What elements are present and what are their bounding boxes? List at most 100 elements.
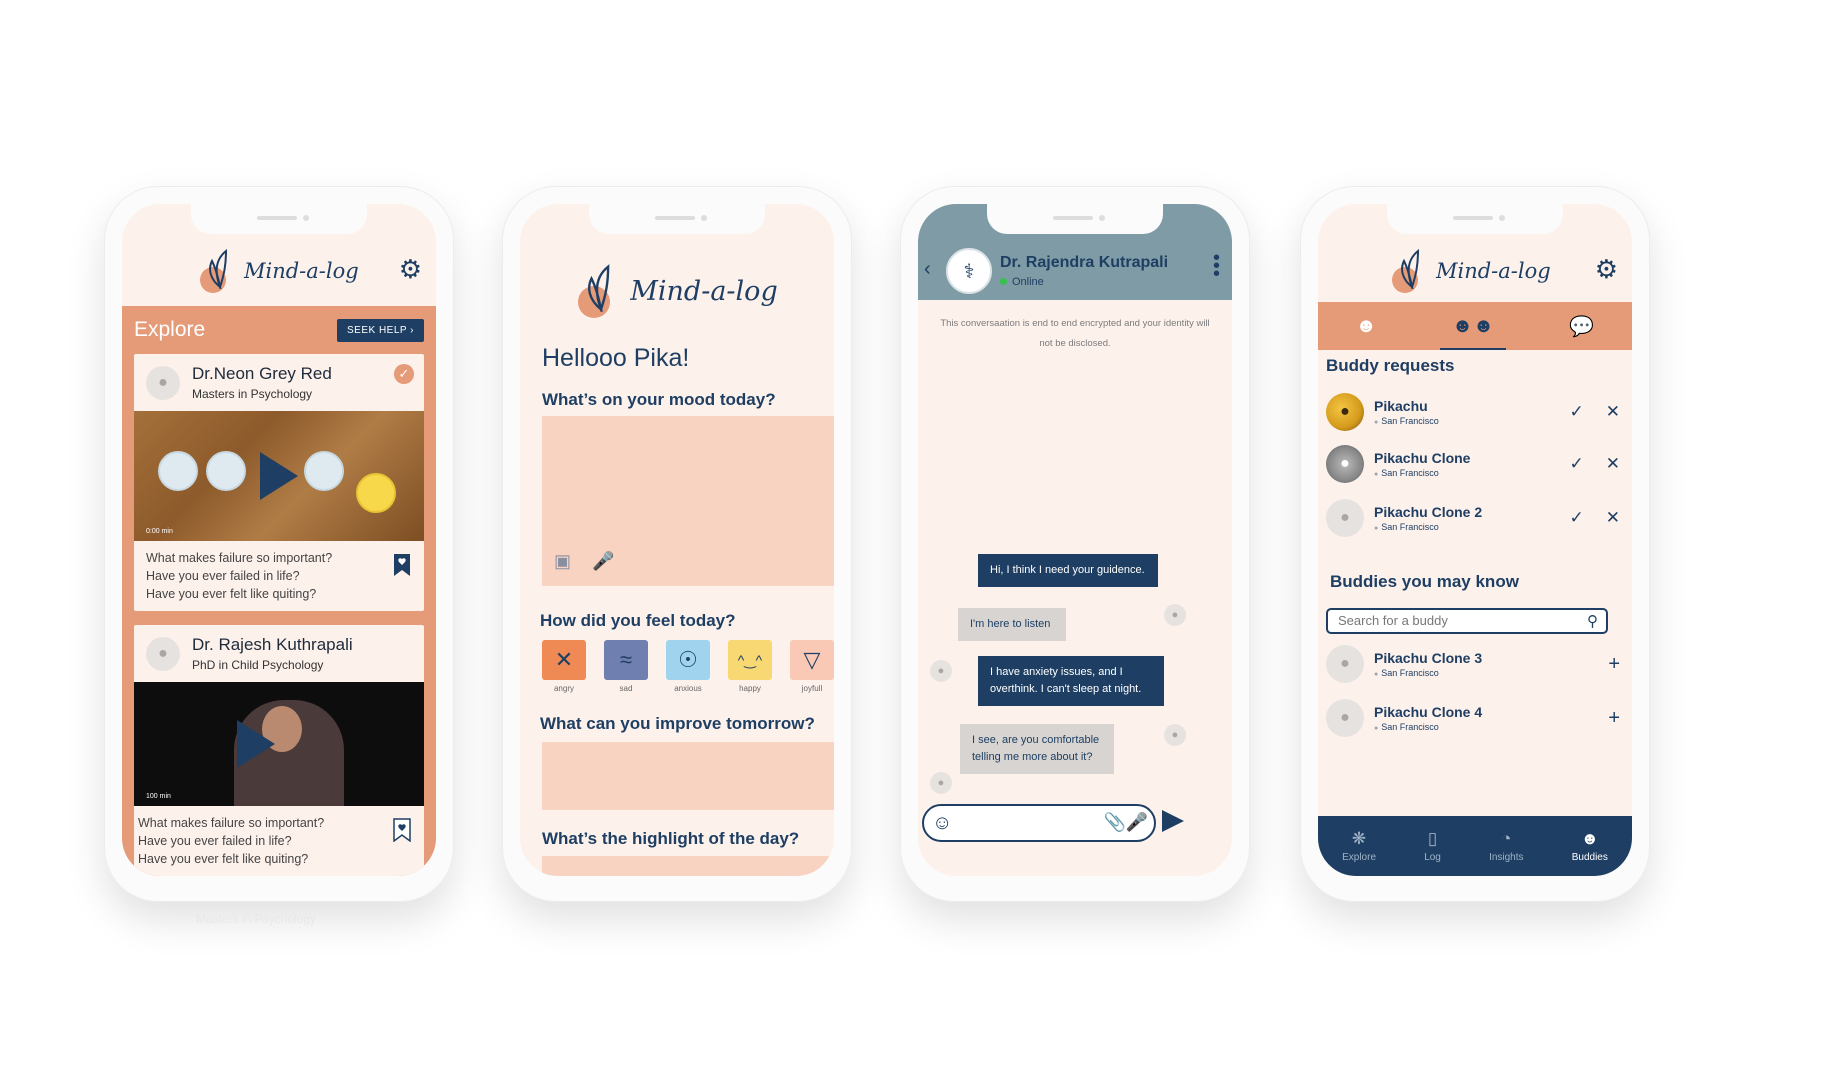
doctor-avatar-icon: ●: [930, 772, 952, 794]
buddy-name: Pikachu Clone 4: [1374, 704, 1483, 720]
buddy-request-row: ● Pikachu San Francisco ✓ ✕: [1326, 392, 1620, 432]
more-options-icon[interactable]: • • •: [1213, 248, 1220, 284]
nav-label: Log: [1424, 852, 1441, 863]
mood-label: happy: [739, 684, 761, 693]
gear-icon[interactable]: ⚙: [1595, 256, 1618, 282]
buddy-suggestion-row: ● Pikachu Clone 3 San Francisco +: [1326, 644, 1620, 684]
mood-label: joyfull: [801, 684, 823, 693]
avatar: ●: [1326, 645, 1364, 683]
angry-face-icon: ✕: [542, 640, 586, 680]
microphone-icon[interactable]: 🎤: [1126, 812, 1148, 833]
back-arrow-icon[interactable]: ‹: [924, 258, 931, 281]
card-description: What makes failure so important? Have yo…: [134, 806, 424, 876]
search-icon[interactable]: ⚲: [1587, 612, 1598, 630]
buddy-location: San Francisco: [1374, 522, 1548, 532]
nav-insights[interactable]: ◔ Insights: [1489, 829, 1523, 863]
buddy-location: San Francisco: [1374, 416, 1548, 426]
joyful-face-icon: ▽: [790, 640, 834, 680]
phone-chat: ‹ ⚕ Dr. Rajendra Kutrapali Online • • • Th…: [900, 186, 1250, 902]
buddy-tabs: ☻ ☻☻ 💬: [1318, 302, 1632, 350]
bulb-icon: [206, 451, 246, 491]
buddy-location: San Francisco: [1374, 668, 1586, 678]
emoji-icon[interactable]: ☺: [932, 812, 952, 835]
doctor-card[interactable]: ● Dr.Neon Grey Red Masters in Psychology…: [134, 354, 424, 611]
avatar-icon: ●: [146, 636, 180, 671]
gear-icon[interactable]: ⚙: [399, 256, 422, 282]
video-thumbnail[interactable]: 100 min: [134, 682, 424, 806]
highlight-textarea[interactable]: [542, 856, 834, 876]
doctor-avatar-icon: ●: [930, 660, 952, 682]
mood-textarea[interactable]: ▣ 🎤: [542, 416, 834, 586]
card-header: ● Dr. Rajesh Kuthrapali PhD in Child Psy…: [134, 625, 424, 682]
image-upload-icon[interactable]: ▣: [554, 551, 571, 572]
play-icon[interactable]: [260, 452, 298, 500]
mood-sad[interactable]: ≈ sad: [604, 640, 648, 693]
send-icon[interactable]: [1162, 810, 1184, 832]
leaf-logo-icon: [198, 249, 238, 293]
video-duration: 0:00 min: [146, 528, 173, 535]
app-logo: Mind-a-log: [198, 249, 359, 293]
doctor-qualification: PhD in Child Psychology: [192, 658, 324, 672]
microphone-icon[interactable]: 🎤: [592, 551, 614, 572]
reject-close-icon[interactable]: ✕: [1606, 402, 1620, 422]
buddy-name: Pikachu Clone 2: [1374, 504, 1483, 520]
improve-textarea[interactable]: [542, 742, 834, 810]
mood-happy[interactable]: ^‿^ happy: [728, 640, 772, 693]
buddy-suggestion-row: ● Pikachu Clone 4 San Francisco +: [1326, 698, 1620, 738]
accept-check-icon[interactable]: ✓: [1570, 402, 1584, 422]
tab-buddies-icon[interactable]: ☻☻: [1440, 311, 1507, 350]
nav-buddies[interactable]: ☻ Buddies: [1572, 829, 1608, 863]
play-icon[interactable]: [236, 720, 275, 768]
buddy-name: Pikachu Clone 3: [1374, 650, 1483, 666]
reflection-text: Masters in Psychology: [196, 912, 317, 926]
nav-explore[interactable]: ❋ Explore: [1342, 829, 1376, 863]
phone-notch: [1387, 204, 1563, 234]
nav-label: Buddies: [1571, 852, 1608, 863]
seek-help-button[interactable]: SEEK HELP ›: [336, 318, 424, 342]
tab-chat-icon[interactable]: 💬: [1557, 310, 1606, 343]
video-thumbnail[interactable]: 0:00 min: [134, 411, 424, 541]
happy-face-icon: ^‿^: [728, 640, 772, 680]
nav-label: Explore: [1342, 852, 1376, 863]
chat-message-received: I'm here to listen: [958, 608, 1066, 641]
bookmark-outline-icon[interactable]: [392, 818, 412, 842]
attachment-icon[interactable]: 📎: [1104, 812, 1126, 833]
add-buddy-plus-icon[interactable]: +: [1608, 653, 1620, 676]
mood-label: angry: [553, 684, 574, 693]
description-line: Have you ever felt like quiting?: [138, 852, 309, 866]
message-input[interactable]: ☺ 📎 🎤: [922, 804, 1156, 842]
leaf-logo-icon: [1390, 249, 1430, 293]
phone-log: Mind-a-log Hellooo Pika! What’s on your …: [502, 186, 852, 902]
buddy-request-row: ● Pikachu Clone 2 San Francisco ✓ ✕: [1326, 498, 1620, 538]
reject-close-icon[interactable]: ✕: [1606, 454, 1620, 474]
reject-close-icon[interactable]: ✕: [1606, 508, 1620, 528]
chat-message-received: I see, are you comfortable telling me mo…: [960, 724, 1114, 774]
bottom-navigation: ❋ Explore ▯ Log ◔ Insights ☻ Buddies: [1318, 816, 1632, 876]
explore-title: Explore: [134, 318, 206, 341]
online-status: Online: [1000, 276, 1044, 288]
nav-log[interactable]: ▯ Log: [1424, 829, 1441, 863]
mood-label: sad: [619, 684, 633, 693]
app-header: Mind-a-log ⚙: [1318, 244, 1632, 298]
buddy-request-row: ● Pikachu Clone San Francisco ✓ ✕: [1326, 444, 1620, 484]
accept-check-icon[interactable]: ✓: [1570, 508, 1584, 528]
buddy-search-input[interactable]: Search for a buddy ⚲: [1326, 608, 1608, 634]
description-line: What makes failure so important?: [138, 816, 325, 830]
mood-anxious[interactable]: ☉ anxious: [666, 640, 710, 693]
mood-joyfull[interactable]: ▽ joyfull: [790, 640, 834, 693]
bookmark-icon[interactable]: [392, 553, 412, 577]
buddy-requests-title: Buddy requests: [1326, 356, 1455, 375]
buddy-location: San Francisco: [1374, 722, 1586, 732]
buddy-location: San Francisco: [1374, 468, 1548, 478]
add-buddy-plus-icon[interactable]: +: [1608, 707, 1620, 730]
app-logo: Mind-a-log: [520, 264, 834, 318]
buddy-name: Pikachu Clone: [1374, 450, 1471, 466]
tab-add-buddy-icon[interactable]: ☻: [1344, 311, 1389, 342]
search-placeholder: Search for a buddy: [1338, 613, 1448, 628]
doctor-card[interactable]: ● Dr. Rajesh Kuthrapali PhD in Child Psy…: [134, 625, 424, 876]
buddies-you-may-know-title: Buddies you may know: [1330, 572, 1519, 591]
leaf-logo-icon: [576, 264, 624, 318]
description-line: Have you ever failed in life?: [138, 834, 292, 848]
mood-angry[interactable]: ✕ angry: [542, 640, 586, 693]
accept-check-icon[interactable]: ✓: [1570, 454, 1584, 474]
